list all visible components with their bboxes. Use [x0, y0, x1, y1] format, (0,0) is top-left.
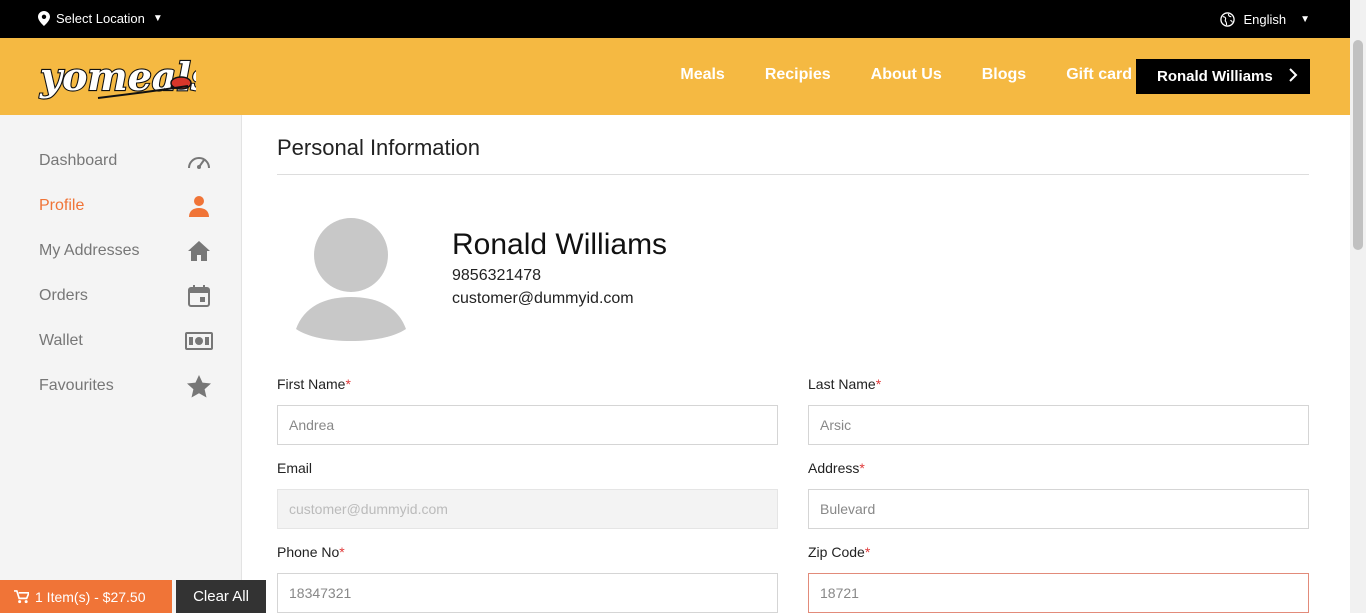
location-pin-icon: [38, 11, 50, 26]
scrollbar-thumb[interactable]: [1353, 40, 1363, 250]
address-field[interactable]: Bulevard: [808, 489, 1309, 529]
nav-recipies[interactable]: Recipies: [765, 66, 831, 84]
divider: [277, 174, 1309, 175]
language-selector[interactable]: English ▼: [1220, 12, 1310, 27]
caret-down-icon: ▼: [1300, 14, 1310, 25]
main-nav: Meals Recipies About Us Blogs Gift card: [680, 66, 1132, 84]
chevron-right-icon: [1288, 67, 1298, 88]
required-mark: *: [859, 460, 865, 476]
yomeals-logo[interactable]: yomeals: [38, 48, 213, 113]
sidebar-item-label: Profile: [39, 197, 85, 214]
sidebar-item-orders[interactable]: Orders: [39, 281, 213, 311]
profile-name: Ronald Williams: [452, 228, 668, 261]
globe-icon: [1220, 12, 1236, 27]
language-label: English: [1243, 12, 1287, 27]
user-name-label: Ronald Williams: [1157, 68, 1273, 85]
sidebar-item-label: My Addresses: [39, 242, 140, 259]
page-title: Personal Information: [277, 135, 480, 160]
first-name-label-text: First Name: [277, 376, 346, 392]
cart-summary-button[interactable]: 1 Item(s) - $27.50: [0, 580, 172, 613]
avatar-placeholder[interactable]: [296, 217, 406, 341]
profile-phone: 9856321478: [452, 267, 541, 284]
email-label-text: Email: [277, 460, 313, 476]
first-name-field[interactable]: Andrea: [277, 405, 778, 445]
location-label: Select Location: [56, 11, 145, 26]
sidebar-item-label: Orders: [39, 287, 88, 304]
cart-summary-label: 1 Item(s) - $27.50: [35, 588, 146, 605]
address-label-text: Address: [808, 460, 860, 476]
last-name-label-text: Last Name: [808, 376, 876, 392]
sidebar-item-label: Wallet: [39, 332, 83, 349]
zip-code-label: Zip Code*: [808, 544, 870, 560]
nav-meals[interactable]: Meals: [680, 66, 724, 84]
phone-label: Phone No*: [277, 544, 345, 560]
zip-code-label-text: Zip Code: [808, 544, 865, 560]
sidebar-item-label: Favourites: [39, 377, 114, 394]
user-menu-button[interactable]: Ronald Williams: [1136, 59, 1310, 94]
required-mark: *: [339, 544, 345, 560]
sidebar-item-dashboard[interactable]: Dashboard: [39, 146, 213, 176]
zip-code-field[interactable]: 18721: [808, 573, 1309, 613]
email-label: Email: [277, 460, 312, 476]
svg-text:yomeals: yomeals: [39, 54, 196, 99]
sidebar-item-my-addresses[interactable]: My Addresses: [39, 236, 213, 266]
sidebar-item-profile[interactable]: Profile: [39, 191, 213, 221]
phone-label-text: Phone No: [277, 544, 340, 560]
account-sidebar: Dashboard Profile My Addresses Orders Wa…: [0, 115, 242, 613]
required-mark: *: [864, 544, 871, 560]
required-mark: *: [345, 376, 351, 392]
last-name-label: Last Name*: [808, 376, 881, 392]
cart-icon: [14, 589, 29, 603]
nav-about-us[interactable]: About Us: [871, 66, 942, 84]
nav-gift-card[interactable]: Gift card: [1066, 66, 1132, 84]
home-icon: [185, 238, 213, 264]
person-icon: [185, 193, 213, 219]
profile-email: customer@dummyid.com: [452, 290, 634, 307]
top-bar: Select Location ▼ English ▼: [0, 0, 1350, 38]
star-icon: [185, 373, 213, 399]
money-icon: [185, 328, 213, 354]
speedometer-icon: [185, 148, 213, 174]
clear-all-button[interactable]: Clear All: [176, 580, 266, 613]
email-field: customer@dummyid.com: [277, 489, 778, 529]
required-mark: *: [875, 376, 882, 392]
sidebar-item-label: Dashboard: [39, 152, 118, 169]
phone-field[interactable]: 18347321: [277, 573, 778, 613]
caret-down-icon: ▼: [152, 13, 163, 24]
address-label: Address*: [808, 460, 865, 476]
location-selector[interactable]: Select Location ▼: [38, 11, 163, 26]
nav-blogs[interactable]: Blogs: [982, 66, 1026, 84]
first-name-label: First Name*: [277, 376, 351, 392]
sidebar-item-favourites[interactable]: Favourites: [39, 371, 213, 401]
sidebar-item-wallet[interactable]: Wallet: [39, 326, 213, 356]
calendar-icon: [185, 283, 213, 309]
page-scrollbar[interactable]: [1350, 0, 1366, 613]
last-name-field[interactable]: Arsic: [808, 405, 1309, 445]
